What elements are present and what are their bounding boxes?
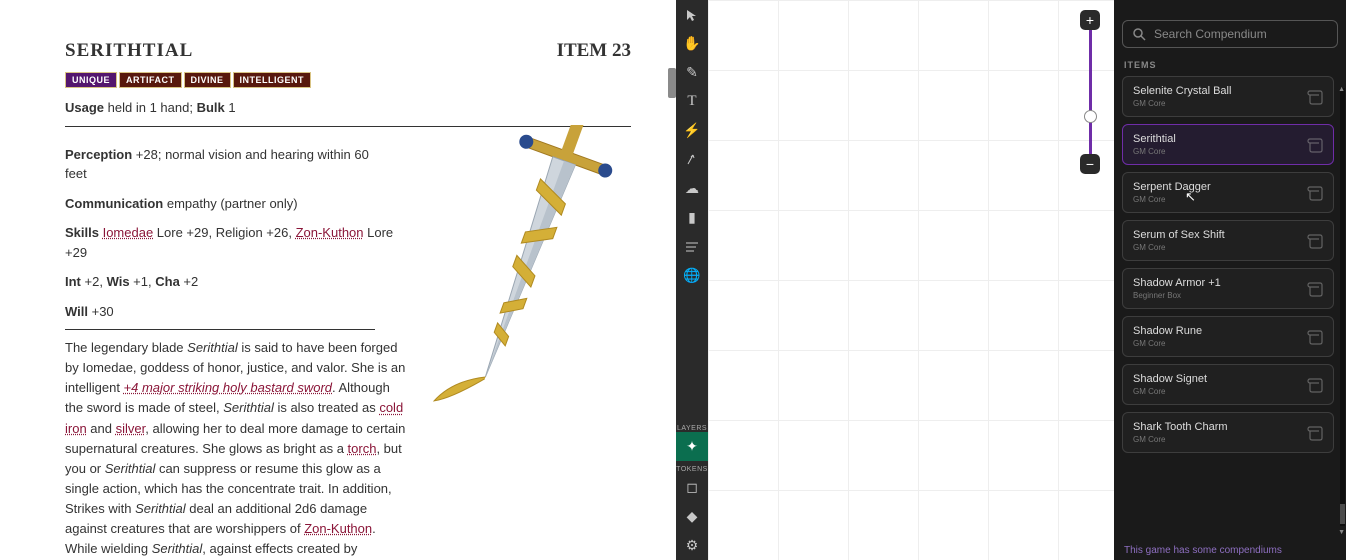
usage-line: Usage held in 1 hand; Bulk 1: [65, 98, 631, 118]
skills-line: Skills Iomedae Lore +29, Religion +26, Z…: [65, 223, 407, 262]
compendium-footer-note[interactable]: This game has some compendiums: [1122, 541, 1338, 560]
measure-tool[interactable]: [676, 145, 708, 174]
zoom-in-button[interactable]: +: [1080, 10, 1100, 30]
compendium-panel: ITEMS Selenite Crystal Ball GM Core Serith…: [1114, 0, 1346, 560]
rect-tool[interactable]: ▮: [676, 203, 708, 232]
bulk-label: Bulk: [197, 100, 225, 115]
compendium-item[interactable]: Serum of Sex Shift GM Core: [1122, 220, 1334, 261]
compendium-item[interactable]: Selenite Crystal Ball GM Core: [1122, 76, 1334, 117]
item-document-panel: SERITHTIAL ITEM 23 UNIQUEARTIFACTDIVINEI…: [0, 0, 676, 560]
link-zonkuthon[interactable]: Zon-Kuthon: [296, 225, 364, 240]
draw-tool[interactable]: ✎: [676, 58, 708, 87]
items-section-label: ITEMS: [1124, 60, 1338, 70]
settings-button[interactable]: ⚙: [676, 531, 708, 560]
compendium-item[interactable]: Shadow Armor +1 Beginner Box: [1122, 268, 1334, 309]
scroll-icon: [1307, 329, 1323, 345]
fog-tool[interactable]: ☁: [676, 174, 708, 203]
compendium-scroll-thumb[interactable]: [1340, 504, 1345, 524]
trait-unique: UNIQUE: [65, 72, 117, 88]
tokens-label: TOKENS: [676, 466, 708, 473]
layer-map-button[interactable]: ◻: [676, 473, 708, 502]
scroll-icon: [1307, 185, 1323, 201]
scroll-icon: [1307, 233, 1323, 249]
item-card-source: GM Core: [1133, 99, 1231, 108]
item-card-source: GM Core: [1133, 339, 1202, 348]
divider: [65, 329, 375, 330]
search-input[interactable]: [1154, 27, 1327, 41]
zoom-out-button[interactable]: −: [1080, 154, 1100, 174]
item-card-source: GM Core: [1133, 243, 1225, 252]
link-weapon[interactable]: +4 major striking holy bastard sword: [124, 380, 332, 395]
link-iomedae[interactable]: Iomedae: [103, 225, 154, 240]
search-icon: [1133, 28, 1146, 41]
item-card-source: GM Core: [1133, 147, 1176, 156]
compendium-item[interactable]: Serpent Dagger GM Core: [1122, 172, 1334, 213]
compendium-item[interactable]: Shark Tooth Charm GM Core: [1122, 412, 1334, 453]
tokens-layer-button[interactable]: ✦: [676, 432, 708, 461]
item-card-title: Serpent Dagger: [1133, 181, 1211, 193]
item-card-title: Shadow Signet: [1133, 373, 1207, 385]
compendium-item-list: Selenite Crystal Ball GM Core Serithtial GM…: [1122, 76, 1338, 535]
item-card-title: Serum of Sex Shift: [1133, 229, 1225, 241]
item-card-source: GM Core: [1133, 195, 1211, 204]
usage-label: Usage: [65, 100, 104, 115]
communication-line: Communication empathy (partner only): [65, 194, 407, 214]
fx-tool[interactable]: ⚡: [676, 116, 708, 145]
search-wrap: [1122, 20, 1338, 48]
link-zonkuthon-desc[interactable]: Zon-Kuthon: [304, 521, 372, 536]
link-torch[interactable]: torch: [348, 441, 377, 456]
item-name: SERITHTIAL: [65, 40, 193, 62]
trait-intelligent: INTELLIGENT: [233, 72, 312, 88]
map-canvas[interactable]: + −: [708, 0, 1114, 560]
globe-tool[interactable]: 🌐: [676, 261, 708, 290]
compendium-scrollbar[interactable]: ▲ ▼: [1340, 88, 1345, 526]
compendium-item[interactable]: SerithtialGM Core↖: [1122, 124, 1334, 165]
item-level: ITEM 23: [557, 40, 631, 62]
scroll-icon: [1307, 137, 1323, 153]
item-card-source: Beginner Box: [1133, 291, 1221, 300]
traits-row: UNIQUEARTIFACTDIVINEINTELLIGENT: [65, 72, 631, 88]
scroll-icon: [1307, 89, 1323, 105]
perception-line: Perception +28; normal vision and hearin…: [65, 145, 375, 184]
description-text: The legendary blade Serithtial is said t…: [65, 338, 407, 560]
layers-label: LAYERS: [677, 425, 707, 432]
pan-tool[interactable]: ✋: [676, 29, 708, 58]
trait-artifact: ARTIFACT: [119, 72, 182, 88]
text-tool[interactable]: T: [676, 87, 708, 116]
zoom-knob[interactable]: [1084, 110, 1097, 123]
scroll-icon: [1307, 281, 1323, 297]
select-tool[interactable]: [676, 0, 708, 29]
layer-gm-button[interactable]: ◆: [676, 502, 708, 531]
compendium-item[interactable]: Shadow Signet GM Core: [1122, 364, 1334, 405]
item-card-source: GM Core: [1133, 435, 1228, 444]
zoom-control: + −: [1080, 10, 1100, 174]
doc-scrollbar-thumb[interactable]: [668, 68, 676, 98]
item-illustration: [421, 125, 631, 435]
canvas-toolbar: ✋ ✎ T ⚡ ☁ ▮ 🌐 LAYERS ✦ TOKENS ◻ ◆ ⚙: [676, 0, 708, 560]
scroll-icon: [1307, 425, 1323, 441]
compendium-item[interactable]: Shadow Rune GM Core: [1122, 316, 1334, 357]
item-card-title: Shadow Armor +1: [1133, 277, 1221, 289]
item-card-title: Shark Tooth Charm: [1133, 421, 1228, 433]
item-card-title: Selenite Crystal Ball: [1133, 85, 1231, 97]
will-line: Will +30: [65, 302, 407, 322]
item-card-source: GM Core: [1133, 387, 1207, 396]
link-silver[interactable]: silver: [116, 421, 146, 436]
item-card-title: Serithtial: [1133, 133, 1176, 145]
list-tool[interactable]: [676, 232, 708, 261]
zoom-slider[interactable]: [1089, 30, 1092, 154]
trait-divine: DIVINE: [184, 72, 231, 88]
abilities-line: Int +2, Wis +1, Cha +2: [65, 272, 407, 292]
item-card-title: Shadow Rune: [1133, 325, 1202, 337]
doc-header: SERITHTIAL ITEM 23: [65, 40, 631, 62]
scroll-icon: [1307, 377, 1323, 393]
